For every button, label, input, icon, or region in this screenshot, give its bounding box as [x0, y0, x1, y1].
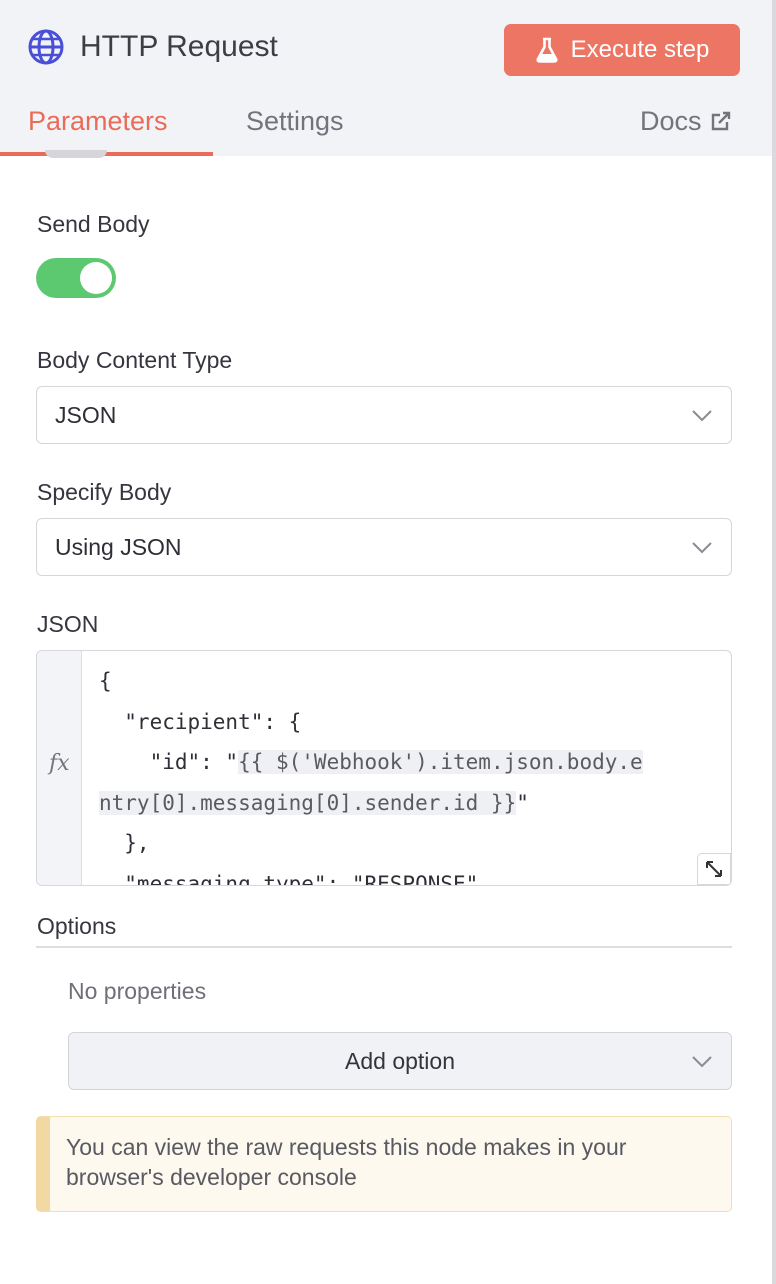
node-header: HTTP Request Execute step Parameters Set… — [0, 0, 772, 156]
toggle-knob — [80, 262, 112, 294]
specify-body-value: Using JSON — [55, 534, 182, 560]
tab-docs[interactable]: Docs — [640, 104, 732, 138]
code-line: "messaging_type": "RESPONSE", — [99, 871, 491, 886]
external-link-icon — [711, 111, 730, 131]
no-properties-text: No properties — [68, 978, 207, 1004]
expand-editor-button[interactable] — [697, 853, 731, 885]
expand-icon — [706, 861, 722, 877]
body-content-type-select[interactable]: JSON — [36, 386, 732, 444]
notice-text: You can view the raw requests this node … — [66, 1134, 627, 1190]
code-text: " — [516, 790, 529, 815]
add-option-button[interactable]: Add option — [68, 1032, 732, 1090]
chevron-down-icon — [692, 410, 712, 422]
add-option-label: Add option — [345, 1048, 455, 1074]
send-body-label: Send Body — [37, 211, 150, 237]
expression-segment: ntry[0].messaging[0].sender.id }} — [99, 790, 517, 815]
code-line: { — [99, 669, 112, 693]
previous-toggle-edge — [45, 150, 107, 158]
body-content-type-label: Body Content Type — [37, 347, 233, 373]
tab-settings[interactable]: Settings — [246, 104, 344, 138]
body-content-type-value: JSON — [55, 402, 117, 428]
send-body-toggle[interactable] — [36, 258, 116, 298]
chevron-down-icon — [692, 542, 712, 554]
execute-step-button[interactable]: Execute step — [504, 24, 740, 76]
options-divider — [36, 946, 732, 948]
json-label: JSON — [37, 611, 99, 637]
json-editor[interactable]: fx { "recipient": { "id": "{{ $('Webhook… — [36, 650, 732, 886]
globe-icon — [28, 29, 64, 65]
expression-gutter: fx — [37, 651, 82, 885]
info-notice: You can view the raw requests this node … — [36, 1116, 732, 1212]
specify-body-label: Specify Body — [37, 479, 172, 505]
tab-docs-label: Docs — [640, 106, 702, 136]
code-line: "recipient": { — [99, 709, 302, 734]
specify-body-select[interactable]: Using JSON — [36, 518, 732, 576]
code-line: ntry[0].messaging[0].sender.id }}" — [99, 783, 643, 824]
options-label: Options — [37, 913, 117, 939]
code-text: "id": " — [99, 750, 239, 774]
code-line: }, — [99, 831, 150, 855]
execute-step-label: Execute step — [570, 36, 710, 63]
fx-icon: fx — [49, 751, 70, 776]
chevron-down-icon — [692, 1056, 712, 1068]
expression-segment: {{ $('Webhook').item.json.body.e — [238, 750, 643, 774]
node-title: HTTP Request — [80, 30, 278, 63]
code-line: "id": "{{ $('Webhook').item.json.body.e — [99, 742, 643, 783]
tab-parameters[interactable]: Parameters — [28, 104, 168, 138]
json-code: { "recipient": { "id": "{{ $('Webhook').… — [99, 661, 643, 886]
panel-right-border — [772, 0, 776, 1284]
flask-icon — [536, 37, 558, 63]
